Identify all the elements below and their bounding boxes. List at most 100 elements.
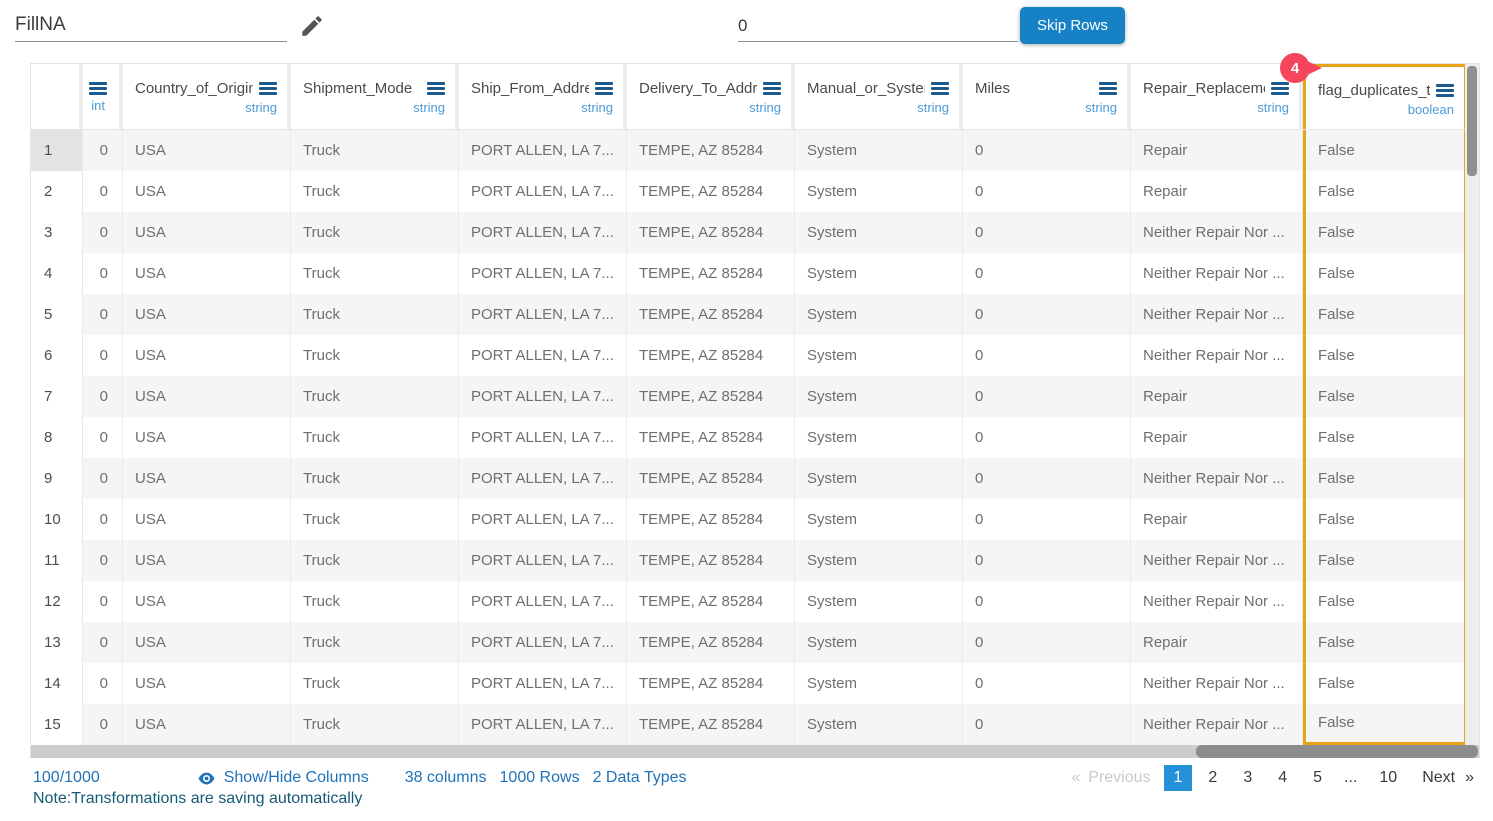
column-menu-icon[interactable]	[259, 82, 277, 95]
table-cell[interactable]: Truck	[291, 663, 459, 704]
pagination-page[interactable]: 4	[1268, 765, 1297, 791]
table-cell[interactable]: Truck	[291, 417, 459, 458]
table-cell[interactable]: System	[795, 499, 963, 540]
table-cell[interactable]: System	[795, 417, 963, 458]
row-number[interactable]: 12	[31, 581, 83, 622]
table-cell[interactable]: 0	[83, 704, 123, 745]
table-cell[interactable]: TEMPE, AZ 85284	[627, 704, 795, 745]
table-cell[interactable]: PORT ALLEN, LA 7...	[459, 376, 627, 417]
table-cell[interactable]: 0	[83, 417, 123, 458]
table-cell[interactable]: 0	[963, 499, 1131, 540]
table-cell[interactable]: False	[1303, 130, 1467, 171]
table-cell[interactable]: Repair	[1131, 376, 1303, 417]
table-cell[interactable]: Neither Repair Nor ...	[1131, 704, 1303, 745]
table-cell[interactable]: Truck	[291, 130, 459, 171]
table-cell[interactable]: System	[795, 376, 963, 417]
table-cell[interactable]: 0	[83, 540, 123, 581]
table-cell[interactable]: 0	[963, 212, 1131, 253]
table-cell[interactable]: TEMPE, AZ 85284	[627, 458, 795, 499]
table-cell[interactable]: System	[795, 540, 963, 581]
table-cell[interactable]: PORT ALLEN, LA 7...	[459, 663, 627, 704]
table-cell[interactable]: 0	[83, 581, 123, 622]
table-cell[interactable]: PORT ALLEN, LA 7...	[459, 458, 627, 499]
table-cell[interactable]: TEMPE, AZ 85284	[627, 130, 795, 171]
table-cell[interactable]: System	[795, 663, 963, 704]
column-menu-icon[interactable]	[89, 82, 107, 95]
table-cell[interactable]: TEMPE, AZ 85284	[627, 171, 795, 212]
table-cell[interactable]: 0	[963, 581, 1131, 622]
table-cell[interactable]: Repair	[1131, 499, 1303, 540]
table-cell[interactable]: System	[795, 458, 963, 499]
pagination-page[interactable]: 1	[1164, 765, 1193, 791]
table-cell[interactable]: False	[1303, 171, 1467, 212]
table-cell[interactable]: TEMPE, AZ 85284	[627, 376, 795, 417]
row-number[interactable]: 1	[31, 130, 83, 171]
table-cell[interactable]: Repair	[1131, 171, 1303, 212]
vertical-scrollbar-thumb[interactable]	[1467, 66, 1477, 176]
pagination-next[interactable]: Next	[1410, 769, 1463, 787]
table-cell[interactable]: Neither Repair Nor ...	[1131, 335, 1303, 376]
table-cell[interactable]: 0	[83, 130, 123, 171]
row-number[interactable]: 11	[31, 540, 83, 581]
table-cell[interactable]: TEMPE, AZ 85284	[627, 212, 795, 253]
vertical-scrollbar[interactable]	[1465, 64, 1479, 746]
table-cell[interactable]: USA	[123, 458, 291, 499]
table-cell[interactable]: Repair	[1131, 417, 1303, 458]
row-number[interactable]: 9	[31, 458, 83, 499]
table-cell[interactable]: PORT ALLEN, LA 7...	[459, 171, 627, 212]
previous-arrow-icon[interactable]: «	[1065, 769, 1086, 787]
table-cell[interactable]: Repair	[1131, 130, 1303, 171]
row-number[interactable]: 4	[31, 253, 83, 294]
table-cell[interactable]: System	[795, 171, 963, 212]
column-menu-icon[interactable]	[1099, 82, 1117, 95]
row-number[interactable]: 7	[31, 376, 83, 417]
table-cell[interactable]: False	[1303, 376, 1467, 417]
table-cell[interactable]: False	[1303, 253, 1467, 294]
table-cell[interactable]: Truck	[291, 171, 459, 212]
table-cell[interactable]: False	[1303, 458, 1467, 499]
table-cell[interactable]: USA	[123, 253, 291, 294]
table-cell[interactable]: 0	[963, 294, 1131, 335]
table-cell[interactable]: PORT ALLEN, LA 7...	[459, 253, 627, 294]
table-cell[interactable]: Truck	[291, 376, 459, 417]
table-cell[interactable]: PORT ALLEN, LA 7...	[459, 622, 627, 663]
table-cell[interactable]: 0	[963, 458, 1131, 499]
table-cell[interactable]: TEMPE, AZ 85284	[627, 253, 795, 294]
row-number[interactable]: 2	[31, 171, 83, 212]
table-cell[interactable]: USA	[123, 171, 291, 212]
column-menu-icon[interactable]	[427, 82, 445, 95]
pagination-page[interactable]: 3	[1233, 765, 1262, 791]
table-cell[interactable]: 0	[83, 212, 123, 253]
table-cell[interactable]: PORT ALLEN, LA 7...	[459, 130, 627, 171]
table-cell[interactable]: PORT ALLEN, LA 7...	[459, 499, 627, 540]
table-cell[interactable]: 0	[83, 253, 123, 294]
table-cell[interactable]: Repair	[1131, 622, 1303, 663]
table-cell[interactable]: Truck	[291, 458, 459, 499]
table-cell[interactable]: USA	[123, 704, 291, 745]
table-cell[interactable]: 0	[963, 417, 1131, 458]
table-cell[interactable]: USA	[123, 663, 291, 704]
table-cell[interactable]: USA	[123, 376, 291, 417]
table-cell[interactable]: False	[1303, 212, 1467, 253]
table-cell[interactable]: PORT ALLEN, LA 7...	[459, 704, 627, 745]
table-cell[interactable]: USA	[123, 581, 291, 622]
table-cell[interactable]: Neither Repair Nor ...	[1131, 253, 1303, 294]
table-cell[interactable]: Truck	[291, 704, 459, 745]
pagination-previous[interactable]: Previous	[1086, 769, 1160, 787]
table-cell[interactable]: False	[1303, 294, 1467, 335]
row-number[interactable]: 15	[31, 704, 83, 745]
table-cell[interactable]: USA	[123, 622, 291, 663]
table-cell[interactable]: 0	[83, 622, 123, 663]
table-cell[interactable]: 0	[963, 540, 1131, 581]
table-cell[interactable]: 0	[963, 171, 1131, 212]
table-cell[interactable]: Truck	[291, 540, 459, 581]
table-cell[interactable]: System	[795, 622, 963, 663]
table-cell[interactable]: False	[1303, 622, 1467, 663]
table-cell[interactable]: 0	[83, 171, 123, 212]
table-cell[interactable]: Neither Repair Nor ...	[1131, 540, 1303, 581]
row-number[interactable]: 14	[31, 663, 83, 704]
table-cell[interactable]: TEMPE, AZ 85284	[627, 540, 795, 581]
table-cell[interactable]: 0	[963, 622, 1131, 663]
table-cell[interactable]: 0	[83, 335, 123, 376]
table-cell[interactable]: False	[1303, 581, 1467, 622]
